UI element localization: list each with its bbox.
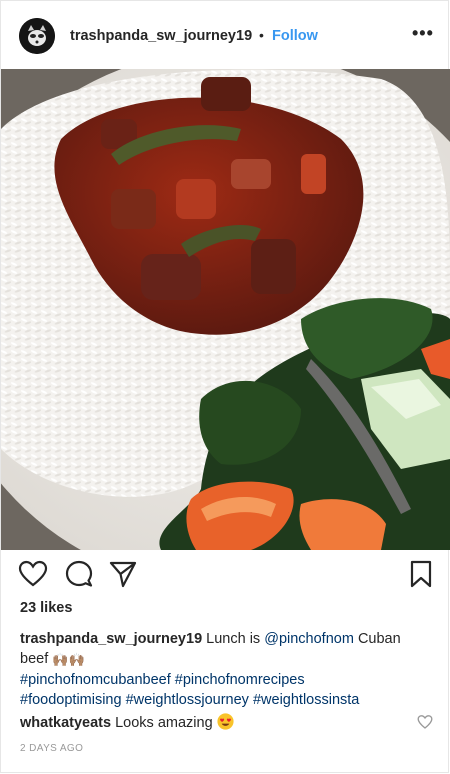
post-header: trashpanda_sw_journey19 • Follow ••• [1, 1, 448, 69]
comment-row: whatkatyeats Looks amazing [20, 713, 420, 733]
caption-username[interactable]: trashpanda_sw_journey19 [20, 631, 202, 647]
comment-username[interactable]: whatkatyeats [20, 715, 111, 731]
comment-text: Looks amazing [115, 715, 213, 731]
share-button[interactable] [108, 559, 138, 589]
likes-count[interactable]: 23 likes [20, 600, 72, 616]
post-actions [1, 559, 448, 593]
follow-button[interactable]: Follow [272, 28, 318, 44]
food-photo-illustration [1, 69, 450, 550]
heart-outline-icon [18, 560, 48, 587]
raised-hands-emoji: 🙌🏽🙌🏽 [52, 652, 85, 667]
comment-like-button[interactable] [417, 714, 433, 730]
heart-eyes-emoji [217, 713, 234, 730]
hashtag-link[interactable]: #foodoptimising [20, 692, 122, 708]
comment-button[interactable] [64, 559, 94, 589]
like-button[interactable] [18, 559, 48, 589]
caption-text-before: Lunch is [206, 631, 261, 647]
post-caption: trashpanda_sw_journey19 Lunch is @pincho… [20, 629, 430, 710]
speech-bubble-icon [65, 560, 93, 587]
hashtag-link[interactable]: #weightlossjourney [126, 692, 249, 708]
more-options-icon[interactable]: ••• [412, 23, 434, 44]
caption-mention[interactable]: @pinchofnom [264, 631, 354, 647]
instagram-post: trashpanda_sw_journey19 • Follow ••• 23 … [0, 0, 450, 773]
separator-dot: • [259, 27, 264, 43]
avatar-image [19, 18, 55, 54]
hashtag-link[interactable]: #weightlossinsta [253, 692, 359, 708]
post-timestamp: 2 DAYS AGO [20, 743, 84, 754]
small-heart-outline-icon [417, 715, 433, 729]
hashtag-link[interactable]: #pinchofnomcubanbeef [20, 672, 171, 688]
save-button[interactable] [406, 559, 436, 589]
paper-plane-icon [109, 561, 137, 588]
user-avatar[interactable] [19, 18, 55, 54]
header-username[interactable]: trashpanda_sw_journey19 [70, 28, 252, 44]
bookmark-icon [410, 560, 432, 588]
post-photo[interactable] [1, 69, 450, 550]
hashtag-link[interactable]: #pinchofnomrecipes [175, 672, 305, 688]
